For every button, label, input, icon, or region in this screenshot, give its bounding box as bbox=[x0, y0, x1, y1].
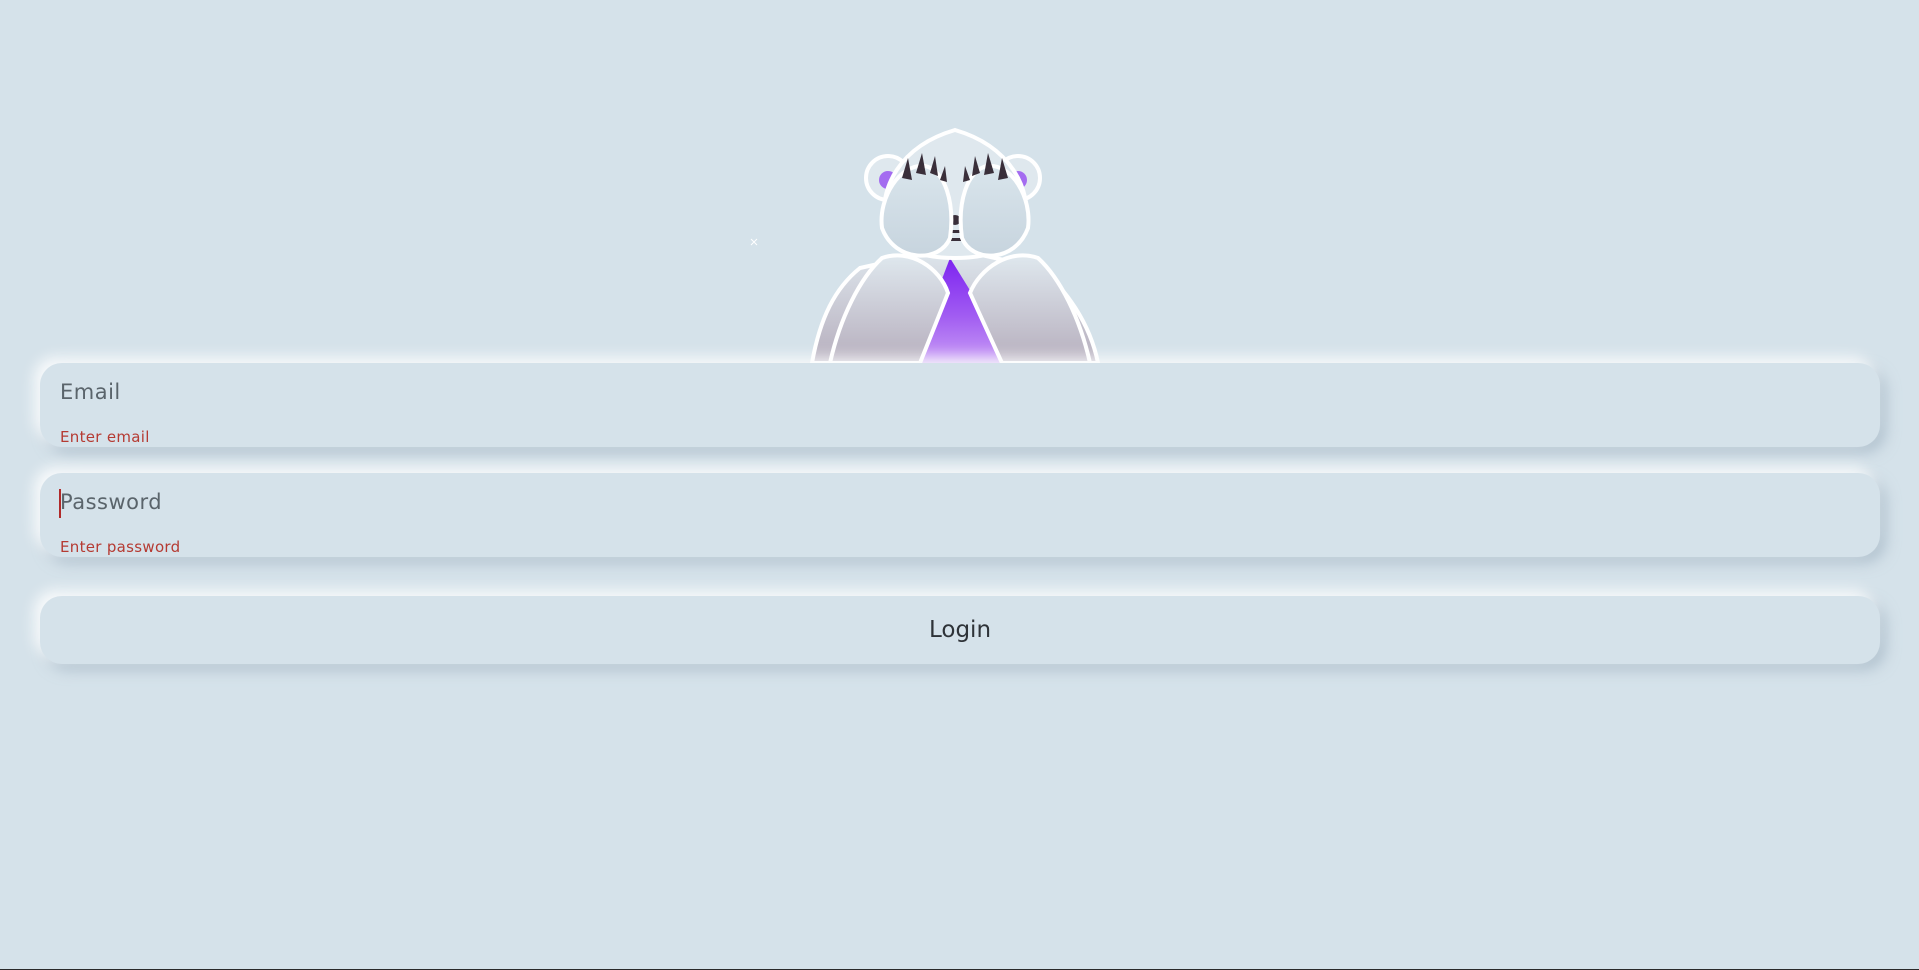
password-field[interactable]: Enter password bbox=[40, 473, 1880, 557]
login-page: Enter email Enter password Login bbox=[0, 0, 1919, 970]
login-button[interactable]: Login bbox=[40, 596, 1880, 664]
email-error-message: Enter email bbox=[60, 428, 150, 446]
password-error-message: Enter password bbox=[60, 538, 181, 556]
password-input[interactable] bbox=[60, 487, 1840, 517]
email-input[interactable] bbox=[60, 377, 1840, 407]
email-field[interactable]: Enter email bbox=[40, 363, 1880, 447]
bear-covering-eyes-icon bbox=[809, 127, 1101, 363]
sparkle-icon bbox=[750, 238, 758, 246]
